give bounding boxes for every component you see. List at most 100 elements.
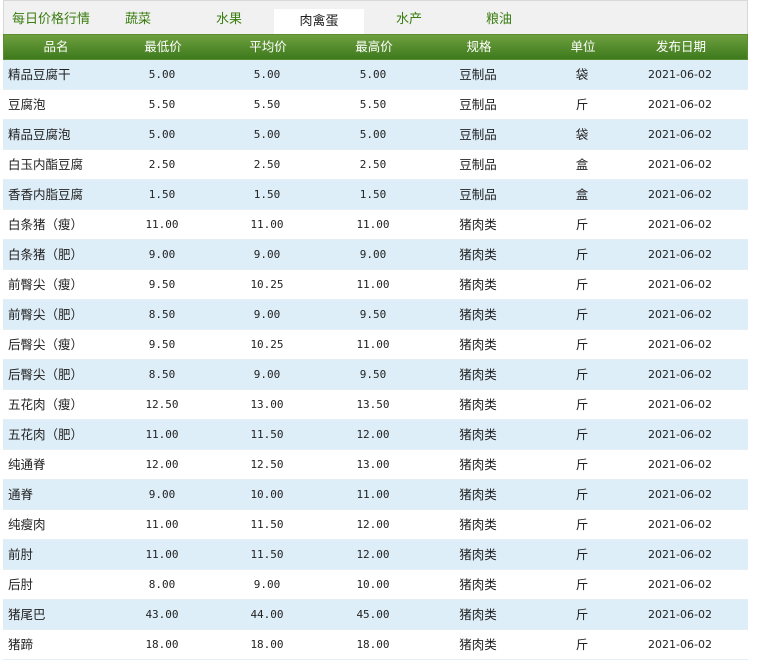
cell-min-price: 9.50: [148, 338, 176, 351]
cell-unit: 斤: [575, 607, 589, 622]
cell-min-price: 2.50: [148, 158, 176, 171]
cell-name: 白玉内酯豆腐: [8, 157, 84, 172]
cell-min-price: 5.50: [148, 98, 176, 111]
table-row: 后臀尖（肥） 8.50 9.00 9.50 猪肉类 斤 2021-06-02: [3, 360, 748, 390]
cell-unit: 斤: [575, 547, 589, 562]
cell-spec: 豆制品: [459, 187, 497, 202]
table-row: 香香内脂豆腐 1.50 1.50 1.50 豆制品 盒 2021-06-02: [3, 180, 748, 210]
cell-max-price: 13.00: [356, 458, 390, 471]
cell-max-price: 11.00: [356, 218, 390, 231]
cell-date: 2021-06-02: [648, 98, 712, 111]
cell-max-price: 5.50: [359, 98, 387, 111]
cell-spec: 猪肉类: [459, 517, 497, 532]
cell-min-price: 5.00: [148, 128, 176, 141]
tab-grain-oil[interactable]: 粮油: [486, 7, 512, 33]
cell-date: 2021-06-02: [648, 428, 712, 441]
cell-min-price: 11.00: [145, 218, 179, 231]
cell-unit: 斤: [575, 427, 589, 442]
cell-name: 精品豆腐泡: [8, 127, 71, 142]
cell-unit: 袋: [575, 127, 589, 142]
cell-name: 香香内脂豆腐: [8, 187, 84, 202]
table-row: 前臀尖（肥） 8.50 9.00 9.50 猪肉类 斤 2021-06-02: [3, 300, 748, 330]
cell-unit: 斤: [575, 247, 589, 262]
table-row: 通脊 9.00 10.00 11.00 猪肉类 斤 2021-06-02: [3, 480, 748, 510]
cell-name: 后臀尖（肥）: [8, 367, 84, 382]
table-row: 精品豆腐干 5.00 5.00 5.00 豆制品 袋 2021-06-02: [3, 60, 748, 90]
panel-title: 每日价格行情: [12, 12, 91, 27]
table-row: 白条猪（肥） 9.00 9.00 9.00 猪肉类 斤 2021-06-02: [3, 240, 748, 270]
cell-min-price: 11.00: [145, 518, 179, 531]
cell-spec: 猪肉类: [459, 337, 497, 352]
cell-date: 2021-06-02: [648, 488, 712, 501]
table-row: 纯通脊 12.00 12.50 13.00 猪肉类 斤 2021-06-02: [3, 450, 748, 480]
tab-seafood[interactable]: 水产: [396, 7, 422, 33]
cell-max-price: 9.00: [359, 248, 387, 261]
cell-spec: 豆制品: [459, 67, 497, 82]
cell-name: 纯瘦肉: [8, 517, 46, 532]
cell-name: 豆腐泡: [8, 97, 46, 112]
cell-max-price: 45.00: [356, 608, 390, 621]
table-row: 白玉内酯豆腐 2.50 2.50 2.50 豆制品 盒 2021-06-02: [3, 150, 748, 180]
tab-vegetables[interactable]: 蔬菜: [125, 7, 151, 33]
category-tabbar: 每日价格行情 蔬菜 水果 肉禽蛋 水产 粮油: [3, 0, 748, 35]
cell-max-price: 11.00: [356, 278, 390, 291]
cell-spec: 猪肉类: [459, 457, 497, 472]
cell-name: 前臀尖（瘦）: [8, 277, 84, 292]
cell-min-price: 9.00: [148, 248, 176, 261]
cell-unit: 盒: [575, 157, 589, 172]
price-table-body: 精品豆腐干 5.00 5.00 5.00 豆制品袋 2021-06-02 豆腐泡 5.50 5.…: [3, 60, 748, 660]
cell-date: 2021-06-02: [648, 458, 712, 471]
cell-unit: 盒: [575, 187, 589, 202]
table-row: 五花肉（肥） 11.00 11.50 12.00 猪肉类 斤 2021-06-02: [3, 420, 748, 450]
cell-name: 精品豆腐干: [8, 67, 71, 82]
table-row: 前肘 11.00 11.50 12.00 猪肉类 斤 2021-06-02: [3, 540, 748, 570]
cell-name: 前肘: [8, 547, 34, 562]
cell-date: 2021-06-02: [648, 578, 712, 591]
cell-avg-price: 1.50: [253, 188, 281, 201]
cell-date: 2021-06-02: [648, 128, 712, 141]
cell-spec: 豆制品: [459, 97, 497, 112]
cell-max-price: 10.00: [356, 578, 390, 591]
table-row: 前臀尖（瘦） 9.50 10.25 11.00 猪肉类 斤 2021-06-02: [3, 270, 748, 300]
cell-date: 2021-06-02: [648, 608, 712, 621]
tab-fruits[interactable]: 水果: [216, 7, 242, 33]
cell-max-price: 12.00: [356, 548, 390, 561]
cell-date: 2021-06-02: [648, 188, 712, 201]
cell-unit: 斤: [575, 487, 589, 502]
cell-unit: 斤: [575, 277, 589, 292]
table-row: 精品豆腐泡 5.00 5.00 5.00 豆制品 袋 2021-06-02: [3, 120, 748, 150]
cell-date: 2021-06-02: [648, 398, 712, 411]
table-header: 品名 最低价 平均价 最高价 规格 单位 发布日期: [3, 34, 748, 60]
cell-avg-price: 10.00: [250, 488, 284, 501]
cell-name: 后肘: [8, 577, 34, 592]
cell-max-price: 2.50: [359, 158, 387, 171]
cell-spec: 猪肉类: [459, 247, 497, 262]
cell-avg-price: 5.50: [253, 98, 281, 111]
cell-avg-price: 9.00: [253, 308, 281, 321]
cell-date: 2021-06-02: [648, 158, 712, 171]
cell-max-price: 12.00: [356, 428, 390, 441]
cell-spec: 猪肉类: [459, 427, 497, 442]
header-date: 发布日期: [655, 39, 706, 54]
cell-max-price: 11.00: [356, 488, 390, 501]
cell-max-price: 11.00: [356, 338, 390, 351]
cell-unit: 斤: [575, 307, 589, 322]
cell-date: 2021-06-02: [648, 68, 712, 81]
cell-avg-price: 9.00: [253, 578, 281, 591]
cell-date: 2021-06-02: [648, 518, 712, 531]
cell-avg-price: 10.25: [250, 278, 284, 291]
cell-max-price: 9.50: [359, 308, 387, 321]
cell-spec: 猪肉类: [459, 397, 497, 412]
cell-unit: 斤: [575, 217, 589, 232]
cell-avg-price: 11.00: [250, 218, 284, 231]
cell-min-price: 8.50: [148, 308, 176, 321]
cell-name: 五花肉（肥）: [8, 427, 84, 442]
cell-min-price: 8.50: [148, 368, 176, 381]
header-name: 品名: [43, 39, 69, 54]
cell-max-price: 9.50: [359, 368, 387, 381]
tab-meat-poultry-eggs[interactable]: 肉禽蛋: [274, 9, 364, 35]
table-row: 纯瘦肉 11.00 11.50 12.00 猪肉类 斤 2021-06-02: [3, 510, 748, 540]
header-unit: 单位: [570, 39, 596, 54]
cell-unit: 斤: [575, 337, 589, 352]
cell-unit: 斤: [575, 97, 589, 112]
